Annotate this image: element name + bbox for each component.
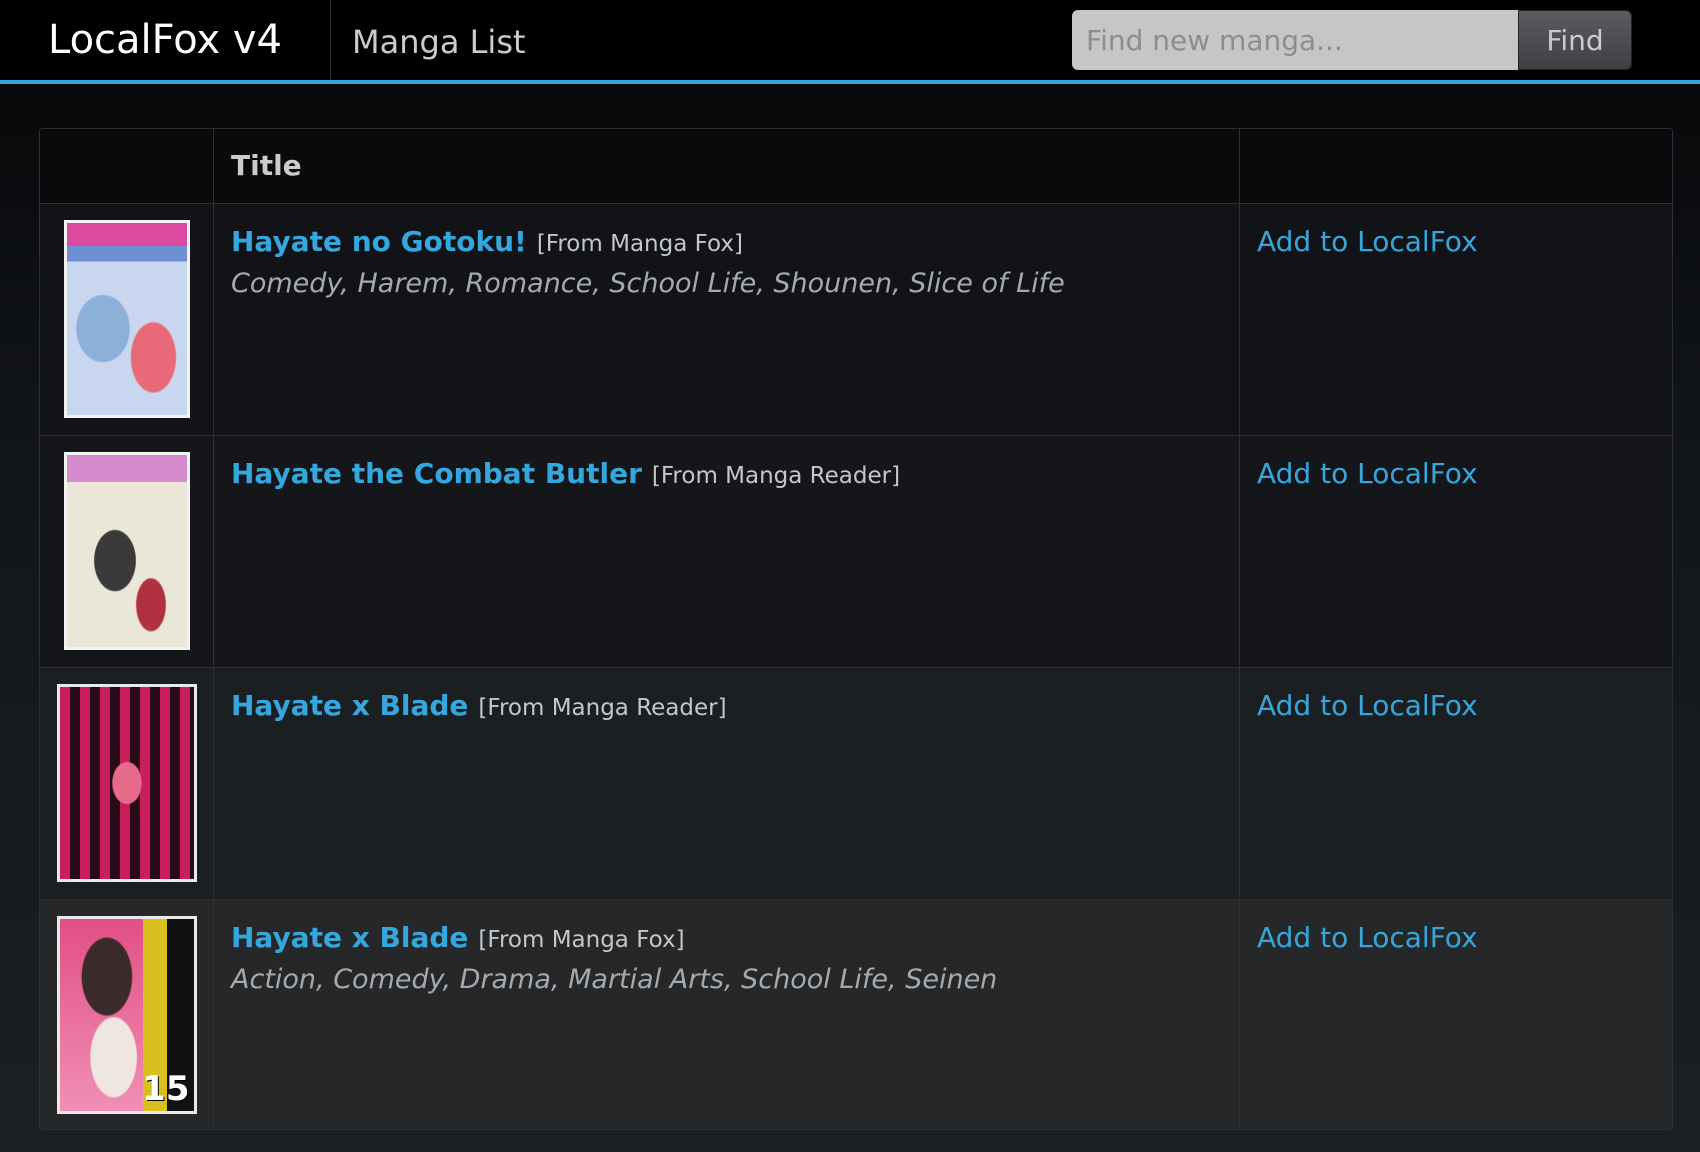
- find-button[interactable]: Find: [1518, 10, 1632, 70]
- source-label: [From Manga Reader]: [478, 695, 727, 721]
- add-to-localfox-link[interactable]: Add to LocalFox: [1257, 222, 1478, 262]
- manga-title-link[interactable]: Hayate x Blade: [231, 921, 468, 954]
- manga-title-link[interactable]: Hayate x Blade: [231, 689, 468, 722]
- cover-image[interactable]: [63, 220, 190, 418]
- table-row: Hayate x Blade [From Manga Reader] Add to…: [40, 667, 1672, 899]
- title-cell: Hayate no Gotoku! [From Manga Fox] Comedy…: [214, 204, 1240, 435]
- table-row: 15 Hayate x Blade [From Manga Fox] Action…: [40, 899, 1672, 1129]
- table-header: Title: [40, 129, 1672, 203]
- title-cell: Hayate the Combat Butler [From Manga Read…: [214, 436, 1240, 667]
- source-label: [From Manga Reader]: [651, 463, 901, 489]
- header-cover: [40, 129, 214, 203]
- search-input[interactable]: [1072, 10, 1518, 70]
- cover-image[interactable]: [56, 684, 197, 882]
- add-to-localfox-link[interactable]: Add to LocalFox: [1257, 918, 1478, 958]
- manga-title-link[interactable]: Hayate the Combat Butler: [231, 457, 642, 490]
- cover-image[interactable]: 15: [56, 916, 197, 1114]
- genre-list: Action, Comedy, Drama, Martial Arts, Sch…: [231, 964, 998, 995]
- cover-cell: 15: [40, 900, 214, 1129]
- manga-title-link[interactable]: Hayate no Gotoku!: [231, 225, 527, 258]
- header-action: [1240, 129, 1672, 203]
- title-cell: Hayate x Blade [From Manga Fox] Action, C…: [214, 900, 1240, 1129]
- header-title: Title: [214, 129, 1240, 203]
- cover-volume-number: 15: [142, 1069, 190, 1109]
- add-to-localfox-link[interactable]: Add to LocalFox: [1257, 686, 1478, 726]
- cover-image[interactable]: [63, 452, 190, 650]
- brand-logo[interactable]: LocalFox v4: [0, 0, 331, 80]
- manga-table: Title Hayate no Gotoku! [From Manga Fox] …: [39, 128, 1673, 1130]
- table-row: Hayate no Gotoku! [From Manga Fox] Comedy…: [40, 203, 1672, 435]
- source-label: [From Manga Fox]: [536, 231, 743, 257]
- action-cell: Add to LocalFox: [1240, 436, 1672, 667]
- action-cell: Add to LocalFox: [1240, 204, 1672, 435]
- top-navbar: LocalFox v4 Manga List Find: [0, 0, 1700, 84]
- genre-list: Comedy, Harem, Romance, School Life, Sho…: [231, 268, 1065, 299]
- cover-cell: [40, 436, 214, 667]
- add-to-localfox-link[interactable]: Add to LocalFox: [1257, 454, 1478, 494]
- action-cell: Add to LocalFox: [1240, 900, 1672, 1129]
- table-row: Hayate the Combat Butler [From Manga Read…: [40, 435, 1672, 667]
- nav-manga-list[interactable]: Manga List: [352, 0, 526, 80]
- action-cell: Add to LocalFox: [1240, 668, 1672, 899]
- cover-cell: [40, 668, 214, 899]
- source-label: [From Manga Fox]: [478, 927, 685, 953]
- cover-cell: [40, 204, 214, 435]
- title-cell: Hayate x Blade [From Manga Reader]: [214, 668, 1240, 899]
